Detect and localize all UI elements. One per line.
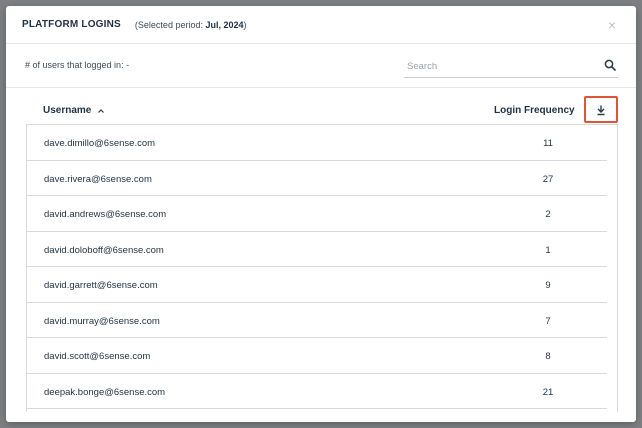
modal-title: PLATFORM LOGINS [22,19,121,30]
table-row[interactable]: david.murray@6sense.com 7 [27,303,607,338]
username-cell: dave.rivera@6sense.com [44,173,152,185]
search-icon[interactable] [604,59,616,71]
login-frequency-cell: 1 [545,244,551,256]
selected-period: (Selected period: Jul, 2024) [135,20,247,30]
column-header-username-label: Username [43,105,92,116]
login-frequency-cell: 9 [545,280,551,291]
login-frequency-cell: 21 [542,386,554,398]
table-row[interactable]: david.andrews@6sense.com 2 [27,196,607,232]
table-scrollbar[interactable] [607,125,617,412]
selected-period-suffix: ) [243,19,247,30]
username-cell: david.garrett@6sense.com [44,280,158,291]
table-row[interactable]: david.doloboff@6sense.com 1 [27,232,607,267]
selected-period-value: Jul, 2024 [205,19,244,30]
login-frequency-cell: 11 [543,138,553,149]
download-icon [597,105,605,115]
username-cell: david.murray@6sense.com [44,315,160,327]
modal-header: PLATFORM LOGINS (Selected period: Jul, 2… [6,6,636,44]
close-icon[interactable]: × [608,18,616,32]
download-button[interactable] [584,96,618,123]
column-header-login-frequency[interactable]: Login Frequency [494,105,575,116]
table-row[interactable]: dave.dimillo@6sense.com 11 [27,125,607,161]
logins-table: dave.dimillo@6sense.com 11 dave.rivera@6… [26,124,618,412]
modal-toolbar: # of users that logged in: - [6,44,636,88]
sort-ascending-icon[interactable] [97,107,105,115]
table-row[interactable]: david.scott@6sense.com 8 [27,338,607,374]
username-cell: david.doloboff@6sense.com [44,244,164,256]
search-box[interactable] [404,56,618,78]
platform-logins-modal: PLATFORM LOGINS (Selected period: Jul, 2… [6,6,636,422]
column-header-username[interactable]: Username [43,105,105,116]
login-frequency-cell: 2 [545,209,551,220]
users-logged-in-count: # of users that logged in: - [25,60,130,70]
table-row[interactable]: dave.rivera@6sense.com 27 [27,161,607,196]
login-frequency-cell: 27 [542,173,554,185]
login-frequency-cell: 8 [545,351,551,362]
username-cell: deepak.bonge@6sense.com [44,386,166,398]
table-header: Username Login Frequency [26,96,618,126]
username-cell: dave.dimillo@6sense.com [44,138,156,149]
username-cell: david.andrews@6sense.com [44,209,167,220]
selected-period-prefix: (Selected period: [134,19,206,30]
table-row[interactable]: deepak.bonge@6sense.com 21 [27,374,607,409]
table-row[interactable]: david.garrett@6sense.com 9 [27,267,607,303]
search-input[interactable] [404,56,594,77]
login-frequency-cell: 7 [545,315,551,327]
username-cell: david.scott@6sense.com [44,351,151,362]
